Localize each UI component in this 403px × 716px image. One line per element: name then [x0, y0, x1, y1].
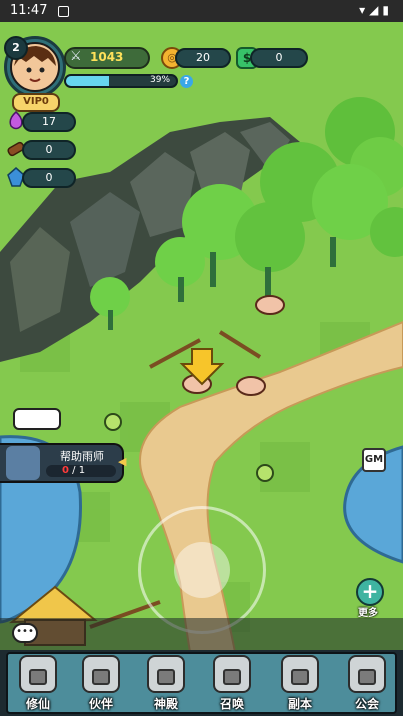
- lock-icon: [92, 669, 110, 685]
- status-bar: 11:47 ▾◢▮: [0, 0, 403, 22]
- lock-icon: [358, 669, 376, 685]
- combat-power: 1043: [90, 50, 124, 64]
- npc-speech-bubble: [13, 408, 61, 430]
- more-button[interactable]: +: [356, 578, 384, 606]
- more-label: 更多: [358, 608, 378, 619]
- help-icon[interactable]: ?: [180, 75, 193, 88]
- nav-label: 修仙: [25, 697, 50, 711]
- nav-dungeon[interactable]: 副本: [272, 655, 328, 713]
- status-time: 11:47: [10, 3, 48, 18]
- crystal-counter[interactable]: 0: [22, 168, 76, 188]
- wood-value: 0: [45, 143, 53, 156]
- exp-fill: [66, 76, 109, 86]
- nav-guild[interactable]: 公会: [339, 655, 395, 713]
- jade-counter[interactable]: 0: [250, 48, 308, 68]
- nav-label: 伙伴: [88, 697, 113, 711]
- lock-icon: [157, 669, 175, 685]
- lock-icon: [29, 669, 47, 685]
- quest-total: 1: [78, 465, 86, 476]
- wood-counter[interactable]: 0: [22, 140, 76, 160]
- system-icons: ▾◢▮: [359, 3, 393, 17]
- coin-counter[interactable]: 20: [175, 48, 231, 68]
- nav-label: 副本: [287, 697, 312, 711]
- chat-icon[interactable]: •••: [12, 623, 38, 643]
- gm-button[interactable]: GM: [362, 448, 386, 472]
- crystal-value: 0: [45, 171, 53, 184]
- nav-partner[interactable]: 伙伴: [73, 655, 129, 713]
- spirit-counter[interactable]: 17: [22, 112, 76, 132]
- lock-icon: [291, 669, 309, 685]
- exp-percent: 39%: [150, 75, 171, 85]
- lock-icon: [223, 669, 241, 685]
- chat-bar[interactable]: [0, 618, 403, 650]
- nav-label: 公会: [354, 697, 379, 711]
- coin-value: 20: [196, 51, 210, 64]
- nav-label: 神殿: [153, 697, 178, 711]
- nav-label: 召唤: [219, 697, 244, 711]
- level-badge: 2: [4, 36, 28, 60]
- nav-temple[interactable]: 神殿: [138, 655, 194, 713]
- quest-progress: 0 / 1: [62, 465, 86, 476]
- jade-value: 0: [275, 51, 283, 64]
- quest-title: 帮助雨师: [60, 450, 104, 463]
- notification-icon: [58, 6, 69, 17]
- sword-icon: ⚔: [70, 49, 82, 64]
- quest-current: 0: [62, 465, 69, 476]
- nav-cultivate[interactable]: 修仙: [10, 655, 66, 713]
- quest-npc-avatar: [6, 446, 40, 480]
- chevron-right-icon[interactable]: ◀: [118, 455, 130, 469]
- vip-badge[interactable]: VIP0: [12, 93, 60, 112]
- nav-summon[interactable]: 召唤: [204, 655, 260, 713]
- joystick-thumb[interactable]: [174, 542, 230, 598]
- spirit-value: 17: [42, 115, 56, 128]
